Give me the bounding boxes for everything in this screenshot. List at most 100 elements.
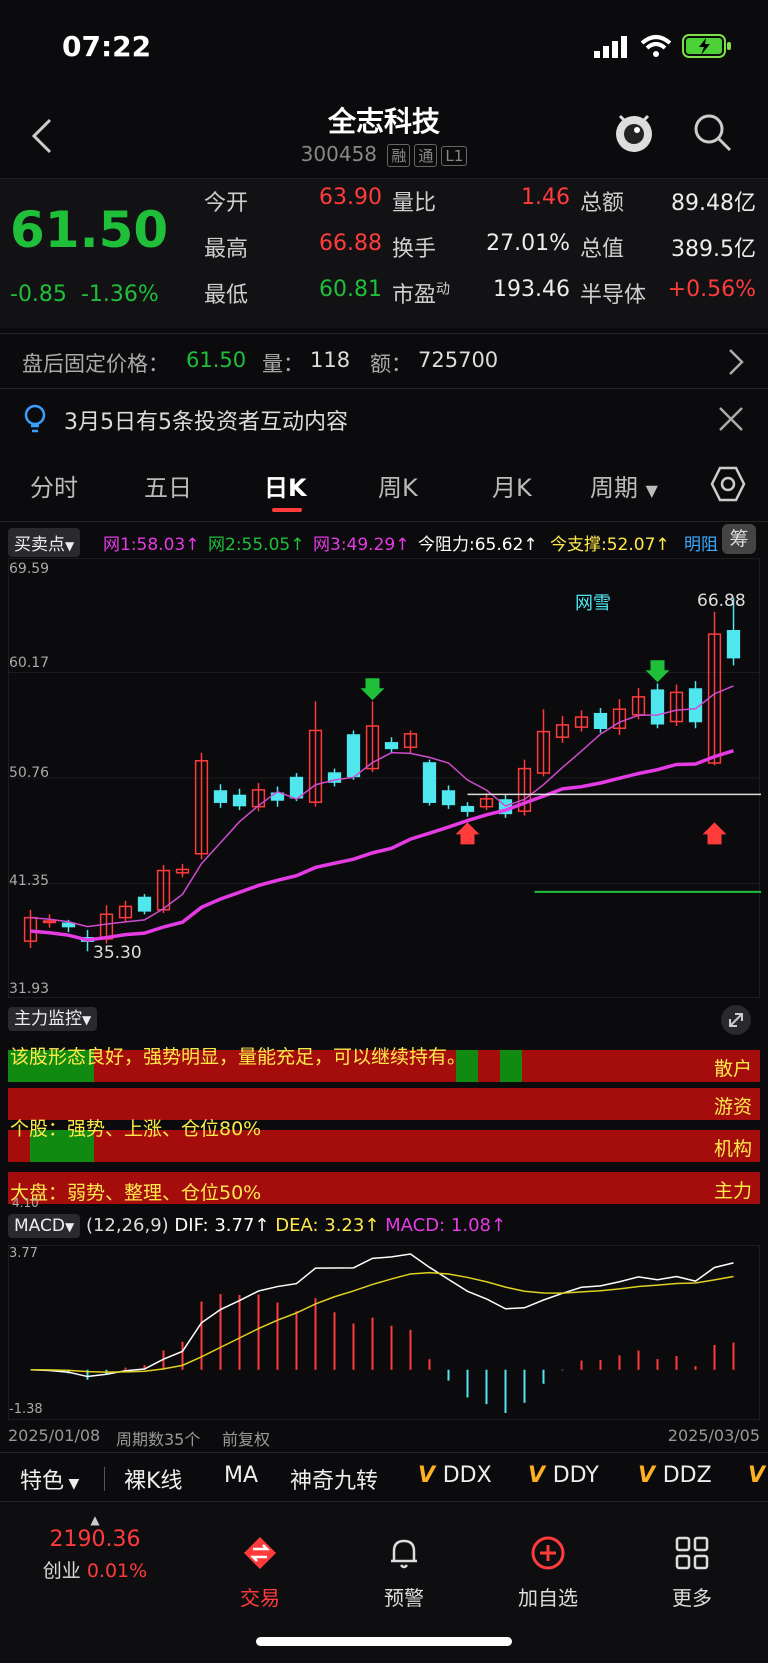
sector-name[interactable]: 半导体 [580,277,646,309]
monitor-comment: 该股形态良好，强势明显，量能充足，可以继续持有。 [10,1046,467,1068]
label-low: 最低 [204,283,249,308]
price-change: -0.85 -1.36% [10,282,159,307]
axis-start-date: 2025/01/08 [8,1426,101,1445]
label-amount: 总额 [580,191,625,216]
grid-icon [675,1536,709,1570]
nav-add-watchlist[interactable]: 加自选 [488,1535,608,1611]
tool-ddz-label: DDZ [662,1463,712,1488]
vip-icon: V [638,1463,663,1488]
close-icon[interactable] [718,406,744,432]
value-high: 66.88 [319,231,382,256]
pe-label-sup: 动 [436,281,451,298]
value-low: 60.81 [319,277,382,302]
tool-feature[interactable]: 特色 ▼ [20,1463,79,1495]
sector-change[interactable]: +0.56% [640,277,756,302]
tab-intraday[interactable]: 分时 [30,468,78,503]
macd-svg [30,1253,735,1413]
current-price: 61.50 [10,201,169,259]
market-status-text: 大盘：弱势、整理、仓位50% [10,1182,262,1204]
value-open: 63.90 [319,185,382,210]
tab-monthly-k[interactable]: 月K [492,468,532,503]
tool-ddx[interactable]: V DDX [418,1463,492,1488]
tool-ddz[interactable]: V DDZ [638,1463,712,1488]
candle-body [213,790,228,803]
search-icon[interactable] [692,112,734,154]
axis-adjust: 前复权 [222,1430,271,1449]
value-pe: 193.46 [493,277,570,302]
macd-y-bottom: -1.38 [9,1402,43,1417]
after-hours-label: 盘后固定价格： [22,352,169,376]
caret-down-icon: ▼ [82,1013,92,1027]
chevron-right-icon [729,349,744,375]
settings-icon[interactable] [708,464,748,504]
tab-weekly-k[interactable]: 周K [378,468,418,503]
axis-end-date: 2025/03/05 [667,1426,760,1445]
caret-up-icon: ▲ [90,1513,100,1527]
candle-body [460,805,475,812]
tab-five-day[interactable]: 五日 [144,468,192,503]
chip-button[interactable]: 筹 [722,524,756,554]
nav-add-watchlist-label: 加自选 [518,1586,578,1610]
home-indicator [256,1637,512,1646]
macd-dif: DIF: 3.77↑ [174,1215,270,1236]
after-hours-amt: 725700 [418,348,499,372]
candle-body [61,922,76,928]
after-hours-vol: 118 [310,348,351,372]
tool-naked-k[interactable]: 裸K线 [124,1463,182,1495]
index-change: 0.01% [86,1560,148,1582]
mascot-icon[interactable] [612,108,656,154]
main-monitor-selector[interactable]: 主力监控▼ [8,1004,98,1031]
bar-green-seg [500,1050,522,1082]
label-turnover: 换手 [392,237,437,262]
tool-magic-nine[interactable]: 神奇九转 [290,1463,378,1495]
indicator-selector[interactable]: 买卖点▼ [8,528,81,557]
signal-icon [594,36,627,58]
macd-legend: MACD▼ (12,26,9) DIF: 3.77↑ DEA: 3.23↑ MA… [8,1214,506,1238]
after-hours-bar[interactable]: 盘后固定价格： 61.50 量： 118 额： 725700 [0,333,768,389]
y-tick-3: 50.76 [9,765,50,781]
macd-chart[interactable]: 3.77 -1.38 [8,1245,760,1420]
caret-down-icon: ▼ [64,1476,80,1492]
row-label-institution: 机构 [713,1138,752,1160]
candle-body [42,920,57,924]
expand-icon[interactable] [720,1004,752,1036]
kline-chart[interactable]: 69.59 60.17 50.76 41.35 31.93 66.88 35.3… [8,558,761,998]
y-tick-4: 41.35 [9,873,50,889]
nav-more-label: 更多 [672,1586,712,1610]
lightbulb-icon [24,404,46,433]
nav-more[interactable]: 更多 [632,1535,752,1611]
annotation-label: 网雪 [575,593,611,614]
tag-connect: 通 [414,144,438,167]
macd-params: (12,26,9) [85,1215,169,1236]
bell-icon [391,1539,417,1569]
macd-selector[interactable]: MACD▼ [8,1214,81,1238]
macd-y-top: 3.77 [9,1246,38,1261]
indicator-legend: 买卖点▼ 网1:58.03↑ 网2:55.05↑ 网3:49.29↑ 今阻力:6… [0,524,768,558]
index-quote[interactable]: ▲ 2190.36 创业 0.01% [30,1513,160,1583]
stock-code: 300458 [300,142,378,166]
candle-body [232,794,247,807]
label-open: 今开 [204,191,249,216]
stock-status-text: 个股：强势、上涨、仓位80% [10,1118,262,1140]
tool-ddy[interactable]: V DDY [528,1463,599,1488]
candle-body [137,896,152,912]
notice-bar[interactable]: 3月5日有5条投资者互动内容 [0,390,768,446]
tab-period[interactable]: 周期 ▼ [590,468,658,503]
nav-alert[interactable]: 预警 [344,1535,464,1611]
quote-panel: 61.50 -0.85 -1.36% 今开 63.90 量比 1.46 总额 8… [0,178,768,328]
period-tabs: 分时 五日 日K 周K 月K 周期 ▼ [0,446,768,522]
tab-daily-k[interactable]: 日K [264,468,307,503]
status-bar: 07:22 [0,0,768,90]
grid1-value: 网1:58.03↑ [103,535,200,555]
resistance-value: 今阻力:65.62↑ [418,535,538,555]
tool-ma[interactable]: MA [224,1463,258,1488]
add-circle-icon [531,1536,565,1570]
macd-dea: DEA: 3.23↑ [275,1215,380,1236]
value-market-cap: 389.5亿 [671,237,756,262]
label-vol-ratio: 量比 [392,191,437,216]
sell-arrow-icon [360,678,385,701]
value-vol-ratio: 1.46 [521,185,570,210]
nav-trade[interactable]: 交易 [200,1535,320,1611]
candle-body [422,762,437,803]
dea-line [30,1271,734,1373]
